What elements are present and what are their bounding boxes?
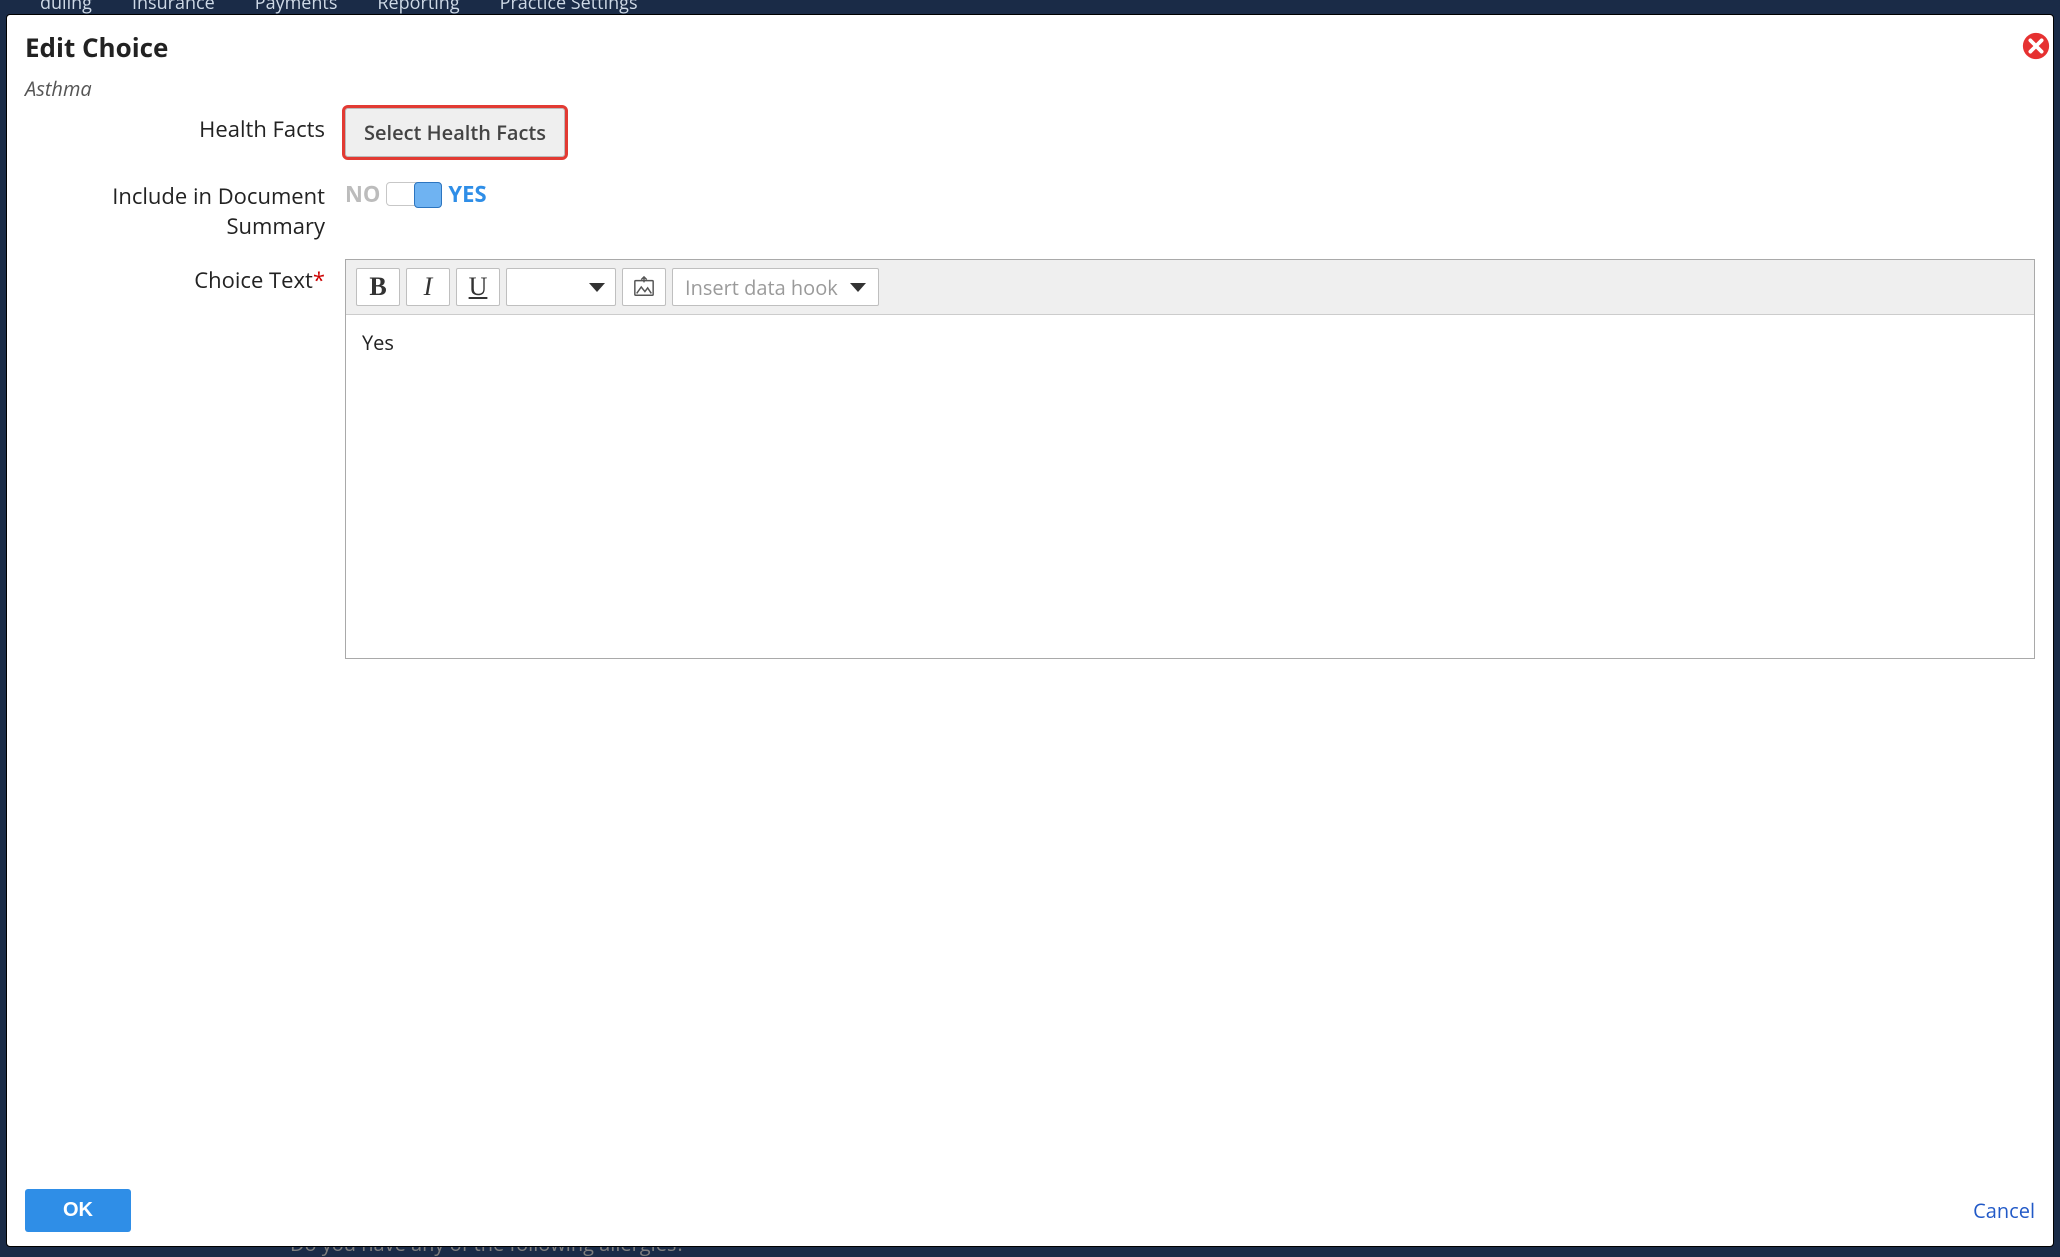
cancel-button[interactable]: Cancel [1973, 1197, 2035, 1224]
image-icon [633, 276, 655, 298]
toggle-yes-label: YES [448, 179, 486, 209]
toggle-no-label: NO [345, 179, 380, 209]
insert-image-button[interactable] [622, 268, 666, 306]
data-hook-placeholder: Insert data hook [685, 274, 838, 301]
dialog-subtitle: Asthma [25, 75, 2035, 102]
dialog-footer: OK Cancel [7, 1177, 2053, 1246]
choice-text-label: Choice Text* [25, 259, 345, 295]
style-dropdown[interactable] [506, 268, 616, 306]
choice-text-input[interactable]: Yes [346, 315, 2034, 658]
required-indicator: * [313, 265, 325, 295]
health-facts-label: Health Facts [25, 108, 345, 144]
close-icon [2021, 31, 2051, 61]
editor-toolbar: B I U [346, 260, 2034, 315]
bold-button[interactable]: B [356, 268, 400, 306]
dialog-header: Edit Choice [7, 15, 2053, 69]
include-summary-row: Include in Document Summary NO YES [25, 175, 2035, 241]
insert-data-hook-dropdown[interactable]: Insert data hook [672, 268, 879, 306]
choice-text-row: Choice Text* B I U [25, 259, 2035, 1159]
select-health-facts-button[interactable]: Select Health Facts [345, 108, 565, 157]
italic-button[interactable]: I [406, 268, 450, 306]
rich-text-editor: B I U [345, 259, 2035, 659]
choice-text-label-text: Choice Text [194, 265, 313, 295]
dialog-title: Edit Choice [25, 29, 2035, 65]
underline-button[interactable]: U [456, 268, 500, 306]
toggle-track[interactable] [386, 182, 442, 206]
chevron-down-icon [589, 283, 605, 292]
ok-button[interactable]: OK [25, 1189, 131, 1232]
dialog-body: Asthma Health Facts Select Health Facts … [7, 69, 2053, 1177]
chevron-down-icon [850, 283, 866, 292]
edit-choice-dialog: Edit Choice Asthma Health Facts Select H… [6, 14, 2054, 1247]
toggle-thumb [414, 182, 442, 208]
include-summary-toggle[interactable]: NO YES [345, 175, 2035, 209]
health-facts-row: Health Facts Select Health Facts [25, 108, 2035, 157]
include-summary-label: Include in Document Summary [25, 175, 345, 241]
close-button[interactable] [2021, 31, 2051, 61]
